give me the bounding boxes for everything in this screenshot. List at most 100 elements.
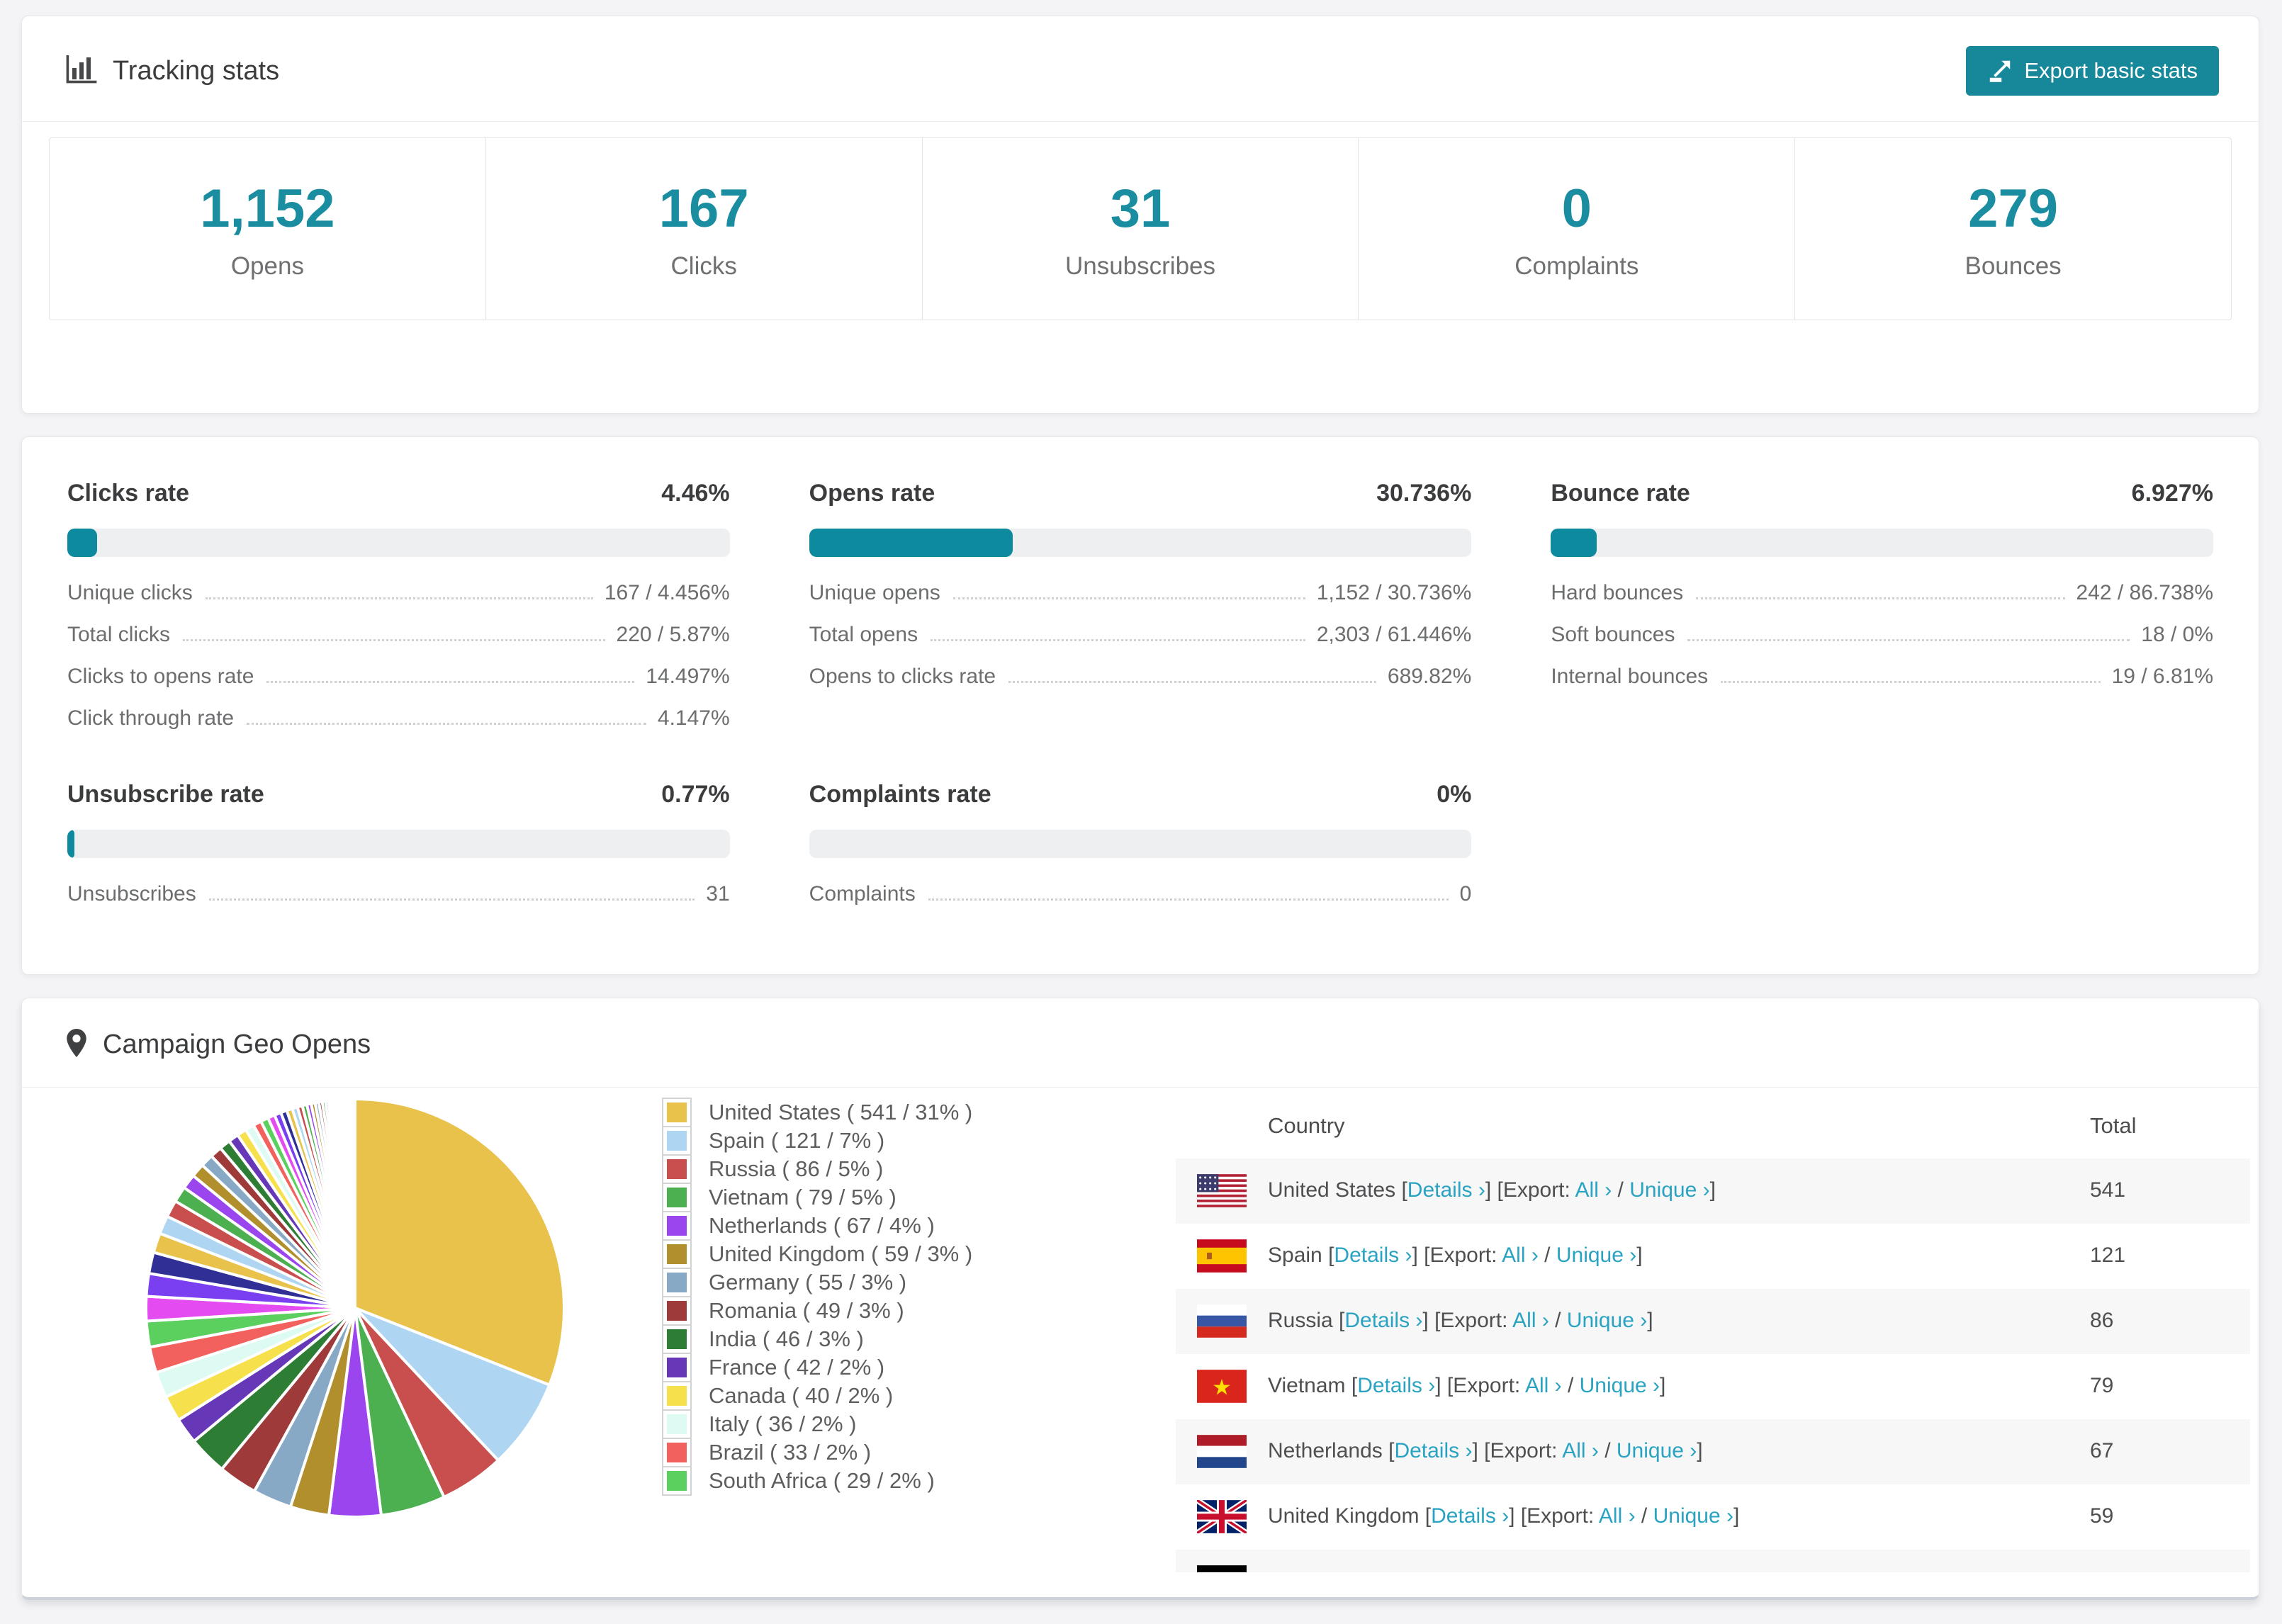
tracking-stats-header: Tracking stats Export basic stats bbox=[22, 16, 2259, 122]
progress-bar bbox=[1551, 529, 2213, 557]
details-link[interactable]: Details › bbox=[1431, 1504, 1509, 1528]
rate-title: Complaints rate bbox=[809, 781, 991, 808]
legend-label: Italy ( 36 / 2% ) bbox=[709, 1411, 857, 1436]
progress-bar bbox=[809, 529, 1472, 557]
export-basic-stats-button[interactable]: Export basic stats bbox=[1966, 46, 2219, 96]
kv-row: Unique clicks 167 / 4.456% bbox=[67, 581, 730, 623]
country-cell: Russia [Details ›] [Export: All › / Uniq… bbox=[1268, 1309, 1653, 1332]
stat-label: Bounces bbox=[1965, 252, 2062, 280]
dotted-leader bbox=[1687, 639, 2130, 641]
geo-title: Campaign Geo Opens bbox=[103, 1030, 371, 1059]
country-flag-nl bbox=[1197, 1435, 1247, 1468]
export-all-link[interactable]: All › bbox=[1575, 1178, 1612, 1202]
rate-title: Unsubscribe rate bbox=[67, 781, 264, 808]
row-total: 59 bbox=[2090, 1504, 2114, 1528]
rate-panel-clicks-rate: Clicks rate 4.46% Unique clicks 167 / 4.… bbox=[67, 480, 730, 748]
page-title: Tracking stats bbox=[113, 55, 280, 86]
legend-item: France ( 42 / 2% ) bbox=[663, 1354, 972, 1381]
kv-value: 1,152 / 30.736% bbox=[1316, 581, 1472, 604]
legend-label: Brazil ( 33 / 2% ) bbox=[709, 1440, 872, 1465]
details-link[interactable]: Details › bbox=[1394, 1439, 1472, 1462]
kv-value: 4.147% bbox=[657, 706, 730, 730]
kv-row: Opens to clicks rate 689.82% bbox=[809, 665, 1472, 706]
stat-cell-bounces: 279 Bounces bbox=[1795, 138, 2231, 320]
export-unique-link[interactable]: Unique › bbox=[1567, 1309, 1647, 1332]
export-unique-link[interactable]: Unique › bbox=[1580, 1374, 1660, 1397]
country-flag-de bbox=[1197, 1565, 1247, 1572]
legend-swatch bbox=[663, 1099, 690, 1126]
details-link[interactable]: Details › bbox=[1344, 1309, 1422, 1332]
stat-value: 167 bbox=[658, 178, 749, 239]
export-all-link[interactable]: All › bbox=[1512, 1309, 1549, 1332]
details-link[interactable]: Details › bbox=[1357, 1374, 1435, 1397]
country-cell: United States [Details ›] [Export: All ›… bbox=[1268, 1178, 1716, 1202]
kv-row: Unique opens 1,152 / 30.736% bbox=[809, 581, 1472, 623]
kv-label: Internal bounces bbox=[1551, 665, 1709, 688]
export-all-link[interactable]: All › bbox=[1599, 1504, 1636, 1528]
kv-label: Unsubscribes bbox=[67, 882, 196, 906]
rate-panel-bounce-rate: Bounce rate 6.927% Hard bounces 242 / 86… bbox=[1551, 480, 2213, 748]
export-all-link[interactable]: All › bbox=[1562, 1439, 1599, 1462]
row-total: 121 bbox=[2090, 1244, 2126, 1267]
rate-value: 6.927% bbox=[2131, 480, 2213, 507]
stat-cell-clicks: 167 Clicks bbox=[486, 138, 923, 320]
export-unique-link[interactable]: Unique › bbox=[1653, 1504, 1733, 1528]
export-unique-link[interactable]: Unique › bbox=[1629, 1178, 1709, 1202]
kv-value: 18 / 0% bbox=[2141, 623, 2213, 646]
geo-table-header: Country Total bbox=[1176, 1096, 2250, 1158]
rate-value: 0% bbox=[1437, 781, 1472, 808]
country-flag-ru bbox=[1197, 1304, 1247, 1338]
kv-label: Complaints bbox=[809, 882, 916, 906]
export-unique-link[interactable]: Unique › bbox=[1590, 1569, 1670, 1572]
legend-swatch bbox=[663, 1354, 690, 1381]
rate-panel-unsubscribe-rate: Unsubscribe rate 0.77% Unsubscribes 31 bbox=[67, 781, 730, 924]
details-link[interactable]: Details › bbox=[1407, 1178, 1485, 1202]
dotted-leader bbox=[931, 639, 1305, 641]
legend-label: India ( 46 / 3% ) bbox=[709, 1326, 864, 1351]
rate-value: 30.736% bbox=[1376, 480, 1472, 507]
progress-bar bbox=[809, 830, 1472, 858]
legend-swatch bbox=[663, 1439, 690, 1466]
campaign-geo-opens-card: Campaign Geo Opens United States ( 541 /… bbox=[21, 998, 2259, 1600]
country-name: Spain bbox=[1268, 1244, 1322, 1267]
export-icon bbox=[1987, 58, 2013, 84]
export-all-link[interactable]: All › bbox=[1525, 1374, 1562, 1397]
legend-item: India ( 46 / 3% ) bbox=[663, 1326, 972, 1353]
bar-chart-icon bbox=[66, 55, 97, 87]
export-all-link[interactable]: All › bbox=[1502, 1244, 1539, 1267]
kv-value: 689.82% bbox=[1387, 665, 1472, 688]
export-button-label: Export basic stats bbox=[2024, 58, 2198, 83]
details-link[interactable]: Details › bbox=[1367, 1569, 1445, 1572]
export-unique-link[interactable]: Unique › bbox=[1556, 1244, 1636, 1267]
table-row-gb: United Kingdom [Details ›] [Export: All … bbox=[1176, 1484, 2250, 1550]
legend-swatch bbox=[663, 1184, 690, 1211]
progress-fill bbox=[1551, 529, 1597, 557]
country-name: Germany bbox=[1268, 1569, 1355, 1572]
dotted-leader bbox=[1696, 597, 2065, 599]
table-row-nl: Netherlands [Details ›] [Export: All › /… bbox=[1176, 1419, 2250, 1484]
legend-label: Romania ( 49 / 3% ) bbox=[709, 1298, 904, 1323]
kv-label: Soft bounces bbox=[1551, 623, 1675, 646]
dotted-leader bbox=[183, 639, 605, 641]
dotted-leader bbox=[1008, 681, 1376, 683]
legend-item: Romania ( 49 / 3% ) bbox=[663, 1297, 972, 1324]
kv-label: Clicks to opens rate bbox=[67, 665, 254, 688]
legend-item: Germany ( 55 / 3% ) bbox=[663, 1269, 972, 1296]
kv-label: Click through rate bbox=[67, 706, 235, 730]
dotted-leader bbox=[928, 898, 1449, 901]
table-row-us: United States [Details ›] [Export: All ›… bbox=[1176, 1158, 2250, 1224]
export-all-link[interactable]: All › bbox=[1535, 1569, 1572, 1572]
legend-swatch bbox=[663, 1127, 690, 1154]
country-name: Russia bbox=[1268, 1309, 1333, 1332]
legend-item: Spain ( 121 / 7% ) bbox=[663, 1127, 972, 1154]
summary-stats-row: 1,152 Opens 167 Clicks 31 Unsubscribes 0 Co… bbox=[49, 137, 2232, 320]
geo-header: Campaign Geo Opens bbox=[22, 998, 2259, 1088]
details-link[interactable]: Details › bbox=[1334, 1244, 1412, 1267]
table-row-vn: Vietnam [Details ›] [Export: All › / Uni… bbox=[1176, 1354, 2250, 1419]
row-total: 79 bbox=[2090, 1374, 2114, 1397]
export-unique-link[interactable]: Unique › bbox=[1617, 1439, 1697, 1462]
legend-item: South Africa ( 29 / 2% ) bbox=[663, 1467, 972, 1494]
legend-label: Spain ( 121 / 7% ) bbox=[709, 1128, 885, 1153]
country-cell: Netherlands [Details ›] [Export: All › /… bbox=[1268, 1439, 1703, 1462]
rate-title: Opens rate bbox=[809, 480, 935, 507]
